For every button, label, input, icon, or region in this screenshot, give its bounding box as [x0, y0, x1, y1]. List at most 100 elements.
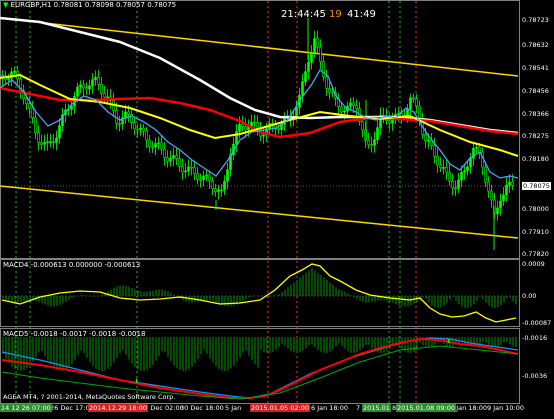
macd5-scale-label: -0.0036 — [522, 372, 548, 380]
candle-body — [427, 139, 430, 142]
macd4-histogram — [2, 268, 517, 308]
candle-body — [331, 91, 334, 94]
candle-body — [220, 189, 223, 192]
candle-body — [505, 184, 508, 196]
candle-body — [97, 77, 100, 85]
time-axis-highlight-label: 2015.01 — [362, 404, 391, 412]
candle-body — [226, 169, 229, 182]
candle-body — [409, 97, 412, 110]
candle-body — [217, 189, 220, 192]
candle-body — [301, 81, 304, 96]
candle-body — [262, 134, 265, 137]
chart-symbol-title: ▼ EURGBP,H1 0.78081 0.78098 0.78057 0.78… — [3, 1, 176, 9]
bar-countdown-seconds: 41:49 — [347, 9, 376, 20]
price-scale-label: 0.78275 — [522, 132, 549, 140]
trading-chart-window[interactable]: ⬇ ⬇ ▼ EURGBP,H1 0.78081 0.78098 0.78057 … — [0, 0, 554, 415]
candle-body — [49, 141, 52, 143]
candle-body — [316, 38, 319, 48]
ma-long-white — [0, 16, 519, 135]
candle-body — [325, 76, 328, 89]
price-scale-label: 0.77820 — [522, 250, 549, 258]
channel-lower-line[interactable] — [0, 185, 519, 239]
time-axis-label: 7 — [356, 404, 361, 412]
candle-body — [202, 175, 205, 180]
price-scale-label: 0.78366 — [522, 110, 549, 118]
candle-body — [79, 84, 82, 88]
time-axis-label: 6 Jan 18:00 — [311, 404, 349, 412]
candle-body — [13, 70, 16, 73]
candle-body — [277, 128, 280, 131]
candle-body — [319, 46, 322, 62]
server-clock: 21:44:45 — [281, 9, 326, 20]
candle-body — [310, 52, 313, 63]
candle-body — [253, 121, 256, 124]
candle-body — [328, 87, 331, 93]
candle-body — [436, 155, 439, 166]
candle-body — [208, 174, 211, 182]
macd4-signal-line — [1, 263, 517, 323]
price-scale-label: 0.78000 — [522, 205, 549, 213]
candle-body — [295, 107, 298, 117]
candle-body — [211, 180, 214, 189]
macd5-scale-label: -0.0016 — [522, 334, 548, 342]
candle-body — [508, 181, 511, 186]
candle-body — [196, 173, 199, 180]
candle-body — [448, 171, 451, 182]
candle-body — [118, 122, 121, 125]
price-scale-label: 0.78180 — [522, 155, 549, 163]
macd4-panel[interactable] — [0, 259, 520, 327]
candle-body — [490, 190, 493, 201]
candle-body — [484, 166, 487, 183]
candle-body — [46, 141, 49, 144]
candle-body — [466, 166, 469, 172]
time-axis-highlight-label: 2015.01.08 09:00 — [396, 404, 457, 412]
chart-canvas[interactable]: ⬇ ⬇ — [0, 0, 554, 415]
candle-body — [247, 127, 250, 131]
candle-body — [205, 174, 208, 177]
time-axis-highlight-label: 14 12 26 07:00 — [0, 404, 52, 412]
candle-body — [496, 207, 499, 215]
candle-body — [139, 127, 142, 130]
symbol-label: EURGBP,H1 — [10, 1, 52, 9]
candle-body — [475, 146, 478, 149]
candle-body — [160, 142, 163, 150]
candle-body — [352, 102, 355, 106]
candle-body — [37, 132, 40, 143]
price-scale-label: 0.78456 — [522, 87, 549, 95]
candle-body — [499, 200, 502, 209]
candle-body — [148, 139, 151, 147]
candle-body — [184, 170, 187, 173]
candle-body — [136, 128, 139, 131]
dropdown-triangle-icon: ▼ — [3, 1, 9, 9]
macd5-title: MACD5 -0.0018 -0.0017 -0.0018 -0.0018 — [3, 330, 146, 338]
candle-body — [322, 61, 325, 78]
candle-body — [361, 121, 364, 131]
candle-body — [43, 142, 46, 145]
candle-body — [463, 170, 466, 173]
candles-group — [1, 18, 514, 250]
candle-body — [367, 140, 370, 145]
candle-body — [145, 130, 148, 141]
candle-body — [106, 96, 109, 99]
price-scale-label: 0.78632 — [522, 41, 549, 49]
macd5-blue-line — [1, 337, 519, 399]
price-scale-label: 0.78075 — [522, 182, 551, 190]
candle-body — [343, 110, 346, 113]
candle-body — [304, 71, 307, 82]
time-axis[interactable]: 24 Dec 07:0026 Dec 17:0029 Dec 18:0030 D… — [0, 404, 554, 415]
candle-body — [442, 167, 445, 169]
candle-body — [88, 85, 91, 90]
candle-body — [151, 146, 154, 148]
candle-body — [58, 125, 61, 139]
time-axis-label: 30 Dec 18:00 — [180, 404, 224, 412]
time-axis-highlight-label: 2014.12.29 18:00 — [88, 404, 149, 412]
candle-body — [445, 167, 448, 173]
candle-body — [103, 93, 106, 98]
macd5-red-line — [1, 337, 519, 399]
candle-body — [40, 142, 43, 145]
channel-upper-line[interactable] — [0, 17, 519, 77]
ohlc-values: 0.78081 0.78098 0.78057 0.78075 — [53, 1, 177, 9]
price-scale-label: 0.78541 — [522, 64, 549, 72]
candle-body — [31, 107, 34, 119]
candle-body — [133, 122, 136, 130]
